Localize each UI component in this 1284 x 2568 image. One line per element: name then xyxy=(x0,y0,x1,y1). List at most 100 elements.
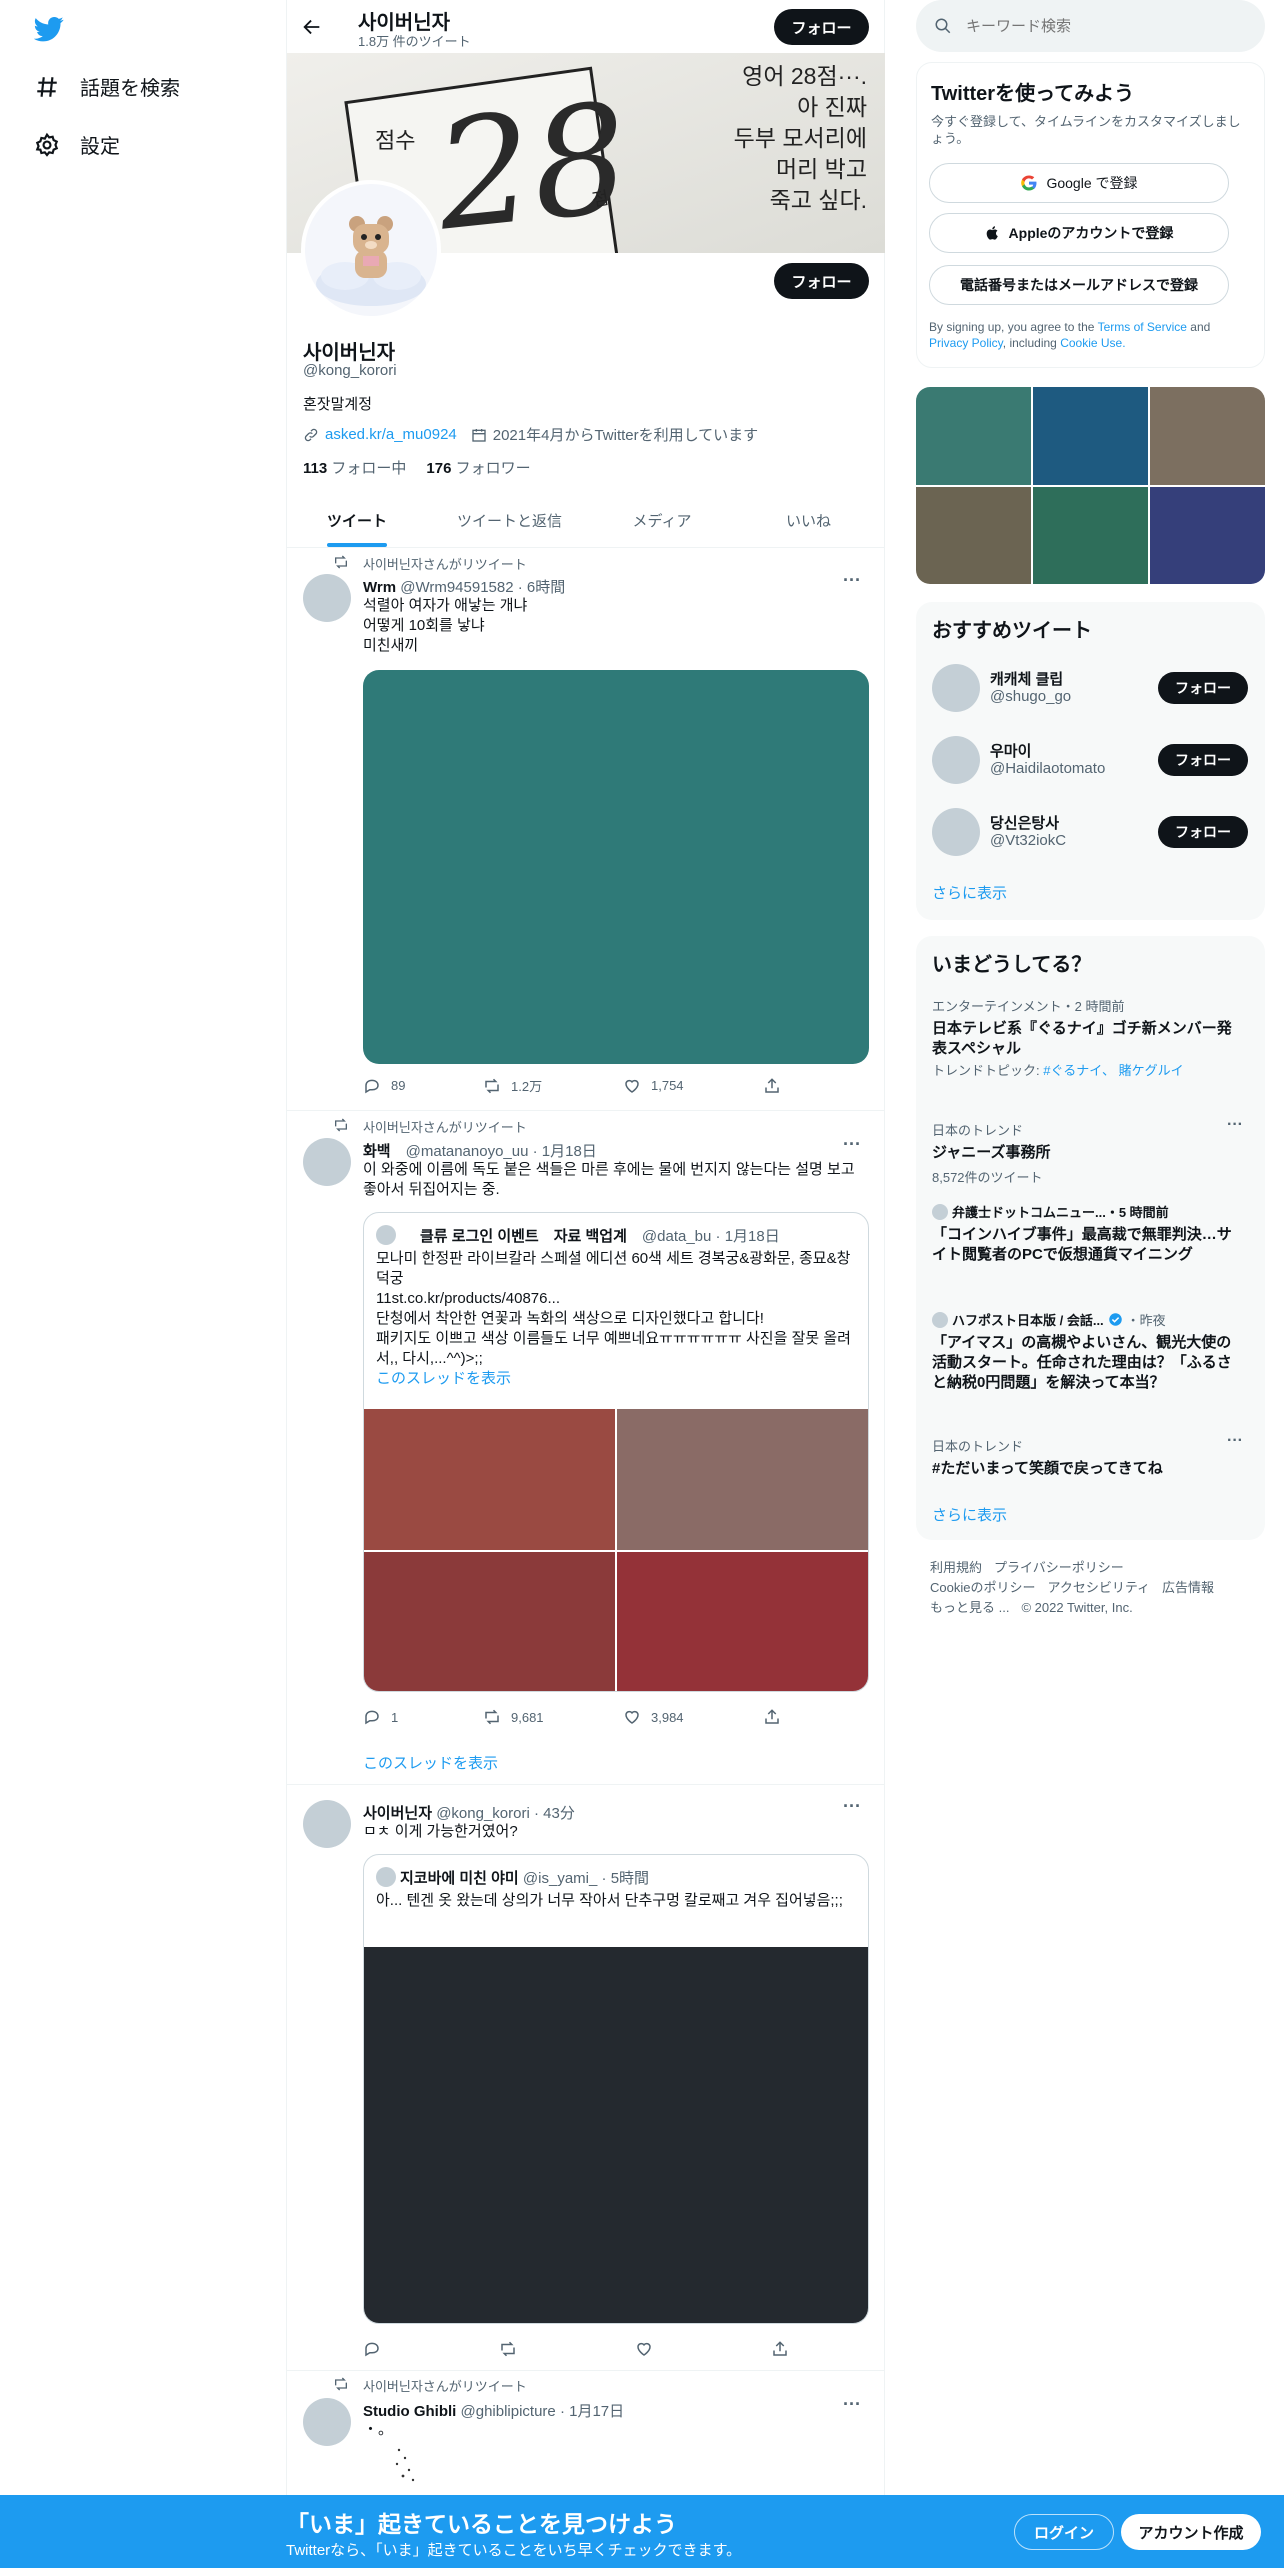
footer-link[interactable]: プライバシーポリシー xyxy=(994,1558,1124,1578)
trend-item[interactable]: 日本のトレンド ジャニーズ事務所 8,572件のツイート xyxy=(932,1120,1232,1186)
tab-media[interactable]: メディア xyxy=(592,500,732,547)
recommend-user[interactable]: 우마이 @Haidilaotomato フォロー xyxy=(916,734,1265,806)
media-thumb[interactable] xyxy=(1033,486,1148,584)
twitter-logo-icon[interactable] xyxy=(34,14,64,44)
footer-more-link[interactable]: もっと見る ... xyxy=(930,1598,1009,1618)
privacy-link[interactable]: Privacy Policy xyxy=(929,336,1003,350)
media-thumb[interactable] xyxy=(916,387,1031,485)
follow-button[interactable]: フォロー xyxy=(774,263,869,299)
trend-item[interactable]: 日本のトレンド #ただいまって笑顔で戻ってきてね xyxy=(932,1436,1232,1479)
profile-avatar[interactable] xyxy=(301,180,441,320)
trend-item[interactable]: ハフポスト日本版 / 会話... ・昨夜 「アイマス」の高槻やよいさん、観光大使の… xyxy=(932,1310,1232,1393)
like-button[interactable]: 1,754 xyxy=(623,1077,763,1095)
avatar[interactable] xyxy=(303,1800,351,1848)
tweet-4[interactable]: 사이버닌자さんがリツイート Studio Ghibli @ghiblipictu… xyxy=(287,2372,885,2496)
quote-image-4[interactable] xyxy=(617,1552,868,1691)
quote-tweet[interactable]: 지코바에 미친 야미 @is_yami_ · 5時間 아... 텐겐 옷 왔는데… xyxy=(363,1854,869,2324)
reply-button[interactable] xyxy=(363,2340,499,2358)
google-signup-button[interactable]: Google で登録 xyxy=(929,163,1229,203)
trend-meta: エンターテインメント・2 時間前 xyxy=(932,999,1125,1014)
tweet-2[interactable]: 사이버닌자さんがリツイート 화백 @matananoyo_uu · 1月18日 … xyxy=(287,1112,885,1784)
phone-signup-button[interactable]: 電話番号またはメールアドレスで登録 xyxy=(929,265,1229,305)
more-icon[interactable]: ··· xyxy=(843,570,861,591)
more-icon[interactable]: ··· xyxy=(843,2394,861,2415)
followers-stat[interactable]: 176 フォロワー xyxy=(426,457,530,478)
recommend-user[interactable]: 당신은탕사 @Vt32iokC フォロー xyxy=(916,806,1265,878)
recommend-user[interactable]: 캐캐체 클립 @shugo_go フォロー xyxy=(916,662,1265,734)
tweet-1[interactable]: 사이버닌자さんがリツイート Wrm @Wrm94591582 · 6時間 ···… xyxy=(287,550,885,1110)
search-input[interactable] xyxy=(966,17,1226,35)
trends-show-more[interactable]: さらに表示 xyxy=(932,1504,1007,1525)
tweet-author-name[interactable]: 화백 xyxy=(363,1143,391,1160)
avatar[interactable] xyxy=(932,808,980,856)
like-button[interactable]: 3,984 xyxy=(623,1708,763,1726)
tab-replies[interactable]: ツイートと返信 xyxy=(427,500,592,547)
more-icon[interactable]: ··· xyxy=(843,1796,861,1817)
reply-button[interactable]: 1 xyxy=(363,1708,483,1726)
tab-tweets[interactable]: ツイート xyxy=(287,500,427,547)
nav-explore[interactable]: 話題を検索 xyxy=(34,72,180,101)
terms-link[interactable]: Terms of Service xyxy=(1098,320,1187,334)
tweet-3[interactable]: 사이버닌자 @kong_korori · 43分 ··· ㅁㅊ 이게 가능한거였… xyxy=(287,1786,885,2370)
more-icon[interactable]: ··· xyxy=(843,1134,861,1155)
media-thumb[interactable] xyxy=(1033,387,1148,485)
like-button[interactable] xyxy=(635,2340,771,2358)
footer-link[interactable]: 利用規約 xyxy=(930,1558,982,1578)
trend-item[interactable]: 弁護士ドットコムニュー...・5 時間前 「コインハイブ事件」最高裁で無罪判決…… xyxy=(932,1202,1232,1265)
avatar[interactable] xyxy=(932,736,980,784)
quote-show-thread-link[interactable]: このスレッドを表示 xyxy=(376,1370,511,1387)
footer-link[interactable]: 広告情報 xyxy=(1162,1578,1214,1598)
search-box[interactable] xyxy=(916,0,1265,52)
nav-settings[interactable]: 設定 xyxy=(34,130,120,159)
tweet-author-name[interactable]: 사이버닌자 xyxy=(363,1805,432,1822)
tweet-time[interactable]: 1月18日 xyxy=(542,1143,597,1160)
quote-image-2[interactable] xyxy=(617,1409,868,1550)
header-follow-button[interactable]: フォロー xyxy=(774,9,869,45)
quote-text-line: 단청에서 착안한 연꽃과 녹화의 색상으로 디자인했다고 합니다! xyxy=(376,1310,764,1327)
share-button[interactable] xyxy=(771,2340,789,2358)
more-icon[interactable]: ··· xyxy=(1227,1116,1243,1134)
recommend-follow-button[interactable]: フォロー xyxy=(1158,816,1248,848)
tweet-time[interactable]: 6時間 xyxy=(527,579,565,596)
avatar[interactable] xyxy=(932,664,980,712)
cookie-link[interactable]: Cookie Use. xyxy=(1060,336,1125,350)
terms-and: and xyxy=(1190,320,1211,334)
tweet-author-name[interactable]: Studio Ghibli xyxy=(363,2403,456,2420)
reply-button[interactable]: 89 xyxy=(363,1077,483,1095)
tweet-time[interactable]: 1月17日 xyxy=(569,2403,624,2420)
quote-image-1[interactable] xyxy=(364,1409,615,1550)
tweet-image[interactable] xyxy=(363,670,869,1064)
recommend-show-more[interactable]: さらに表示 xyxy=(932,882,1007,903)
media-thumb[interactable] xyxy=(916,486,1031,584)
back-arrow-icon[interactable] xyxy=(301,16,323,38)
share-button[interactable] xyxy=(763,1077,781,1095)
footer-link[interactable]: Cookieのポリシー xyxy=(930,1578,1035,1598)
trend-item[interactable]: エンターテインメント・2 時間前 日本テレビ系『ぐるナイ』ゴチ新メンバー発表スペ… xyxy=(932,996,1232,1079)
more-icon[interactable]: ··· xyxy=(1227,1432,1243,1450)
recommend-follow-button[interactable]: フォロー xyxy=(1158,672,1248,704)
media-thumb[interactable] xyxy=(1150,486,1265,584)
retweet-button[interactable] xyxy=(499,2340,635,2358)
share-button[interactable] xyxy=(763,1708,781,1726)
login-button[interactable]: ログイン xyxy=(1014,2514,1114,2550)
avatar[interactable] xyxy=(303,574,351,622)
footer-link[interactable]: アクセシビリティ xyxy=(1047,1578,1150,1598)
apple-signup-button[interactable]: Appleのアカウントで登録 xyxy=(929,213,1229,253)
quote-tweet[interactable]: 클류 로그인 이벤트 자료 백업계 @data_bu · 1月18日 모나미 한… xyxy=(363,1212,869,1692)
retweet-button[interactable]: 9,681 xyxy=(483,1708,623,1726)
media-thumb[interactable] xyxy=(1150,387,1265,485)
trend-topic-links[interactable]: #ぐるナイ、 賭ケグルイ xyxy=(1043,1063,1183,1078)
create-account-button[interactable]: アカウント作成 xyxy=(1121,2514,1261,2550)
tab-likes[interactable]: いいね xyxy=(732,500,885,547)
show-thread-link[interactable]: このスレッドを表示 xyxy=(363,1752,498,1773)
retweet-button[interactable]: 1.2万 xyxy=(483,1076,623,1095)
quote-image-3[interactable] xyxy=(364,1552,615,1691)
quote-image[interactable] xyxy=(364,1947,868,2323)
avatar[interactable] xyxy=(303,2398,351,2446)
following-stat[interactable]: 113 フォロー中 xyxy=(303,457,406,478)
recommend-follow-button[interactable]: フォロー xyxy=(1158,744,1248,776)
avatar[interactable] xyxy=(303,1138,351,1186)
profile-link[interactable]: asked.kr/a_mu0924 xyxy=(325,426,457,443)
tweet-time[interactable]: 43分 xyxy=(543,1805,575,1822)
tweet-author-name[interactable]: Wrm xyxy=(363,579,396,596)
